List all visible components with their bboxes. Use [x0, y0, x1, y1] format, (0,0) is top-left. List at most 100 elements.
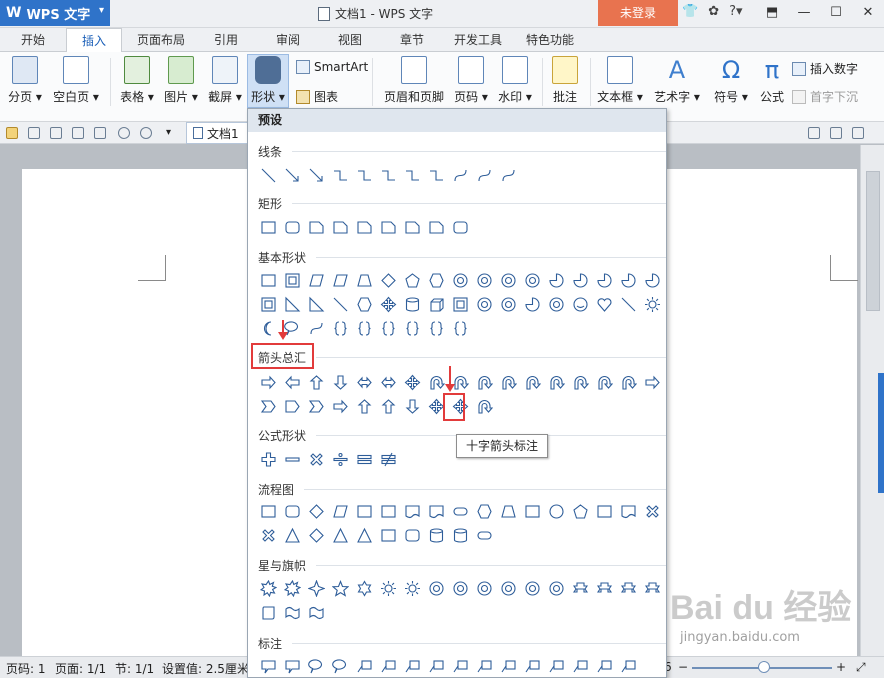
shape-option-line[interactable]: [328, 292, 352, 316]
shape-option-hex[interactable]: [424, 268, 448, 292]
shape-option-pent[interactable]: [568, 499, 592, 523]
shape-option-sun[interactable]: [400, 576, 424, 600]
zoom-out-icon[interactable]: −: [678, 660, 688, 674]
shape-option-uturn[interactable]: [472, 370, 496, 394]
shape-option-callout[interactable]: [256, 654, 280, 677]
shape-option-ribbon[interactable]: [592, 576, 616, 600]
shape-option-frame[interactable]: [280, 268, 304, 292]
picture-button[interactable]: 图片 ▾: [162, 56, 200, 105]
shape-option-trap[interactable]: [352, 268, 376, 292]
shape-option-heart[interactable]: [592, 292, 616, 316]
login-button[interactable]: 未登录: [598, 0, 678, 26]
customize-chevron-icon[interactable]: ▾: [166, 127, 178, 139]
shape-option-num[interactable]: [520, 268, 544, 292]
smartart-button[interactable]: SmartArt: [296, 60, 368, 74]
shape-option-arrowR[interactable]: [256, 370, 280, 394]
shape-option-arrowline[interactable]: [304, 163, 328, 187]
chart-button[interactable]: 图表: [296, 88, 338, 105]
shape-option-num[interactable]: [496, 576, 520, 600]
comment-button[interactable]: 批注: [548, 56, 582, 105]
shape-option-wave[interactable]: [280, 600, 304, 624]
shape-option-doc[interactable]: [400, 499, 424, 523]
shape-option-frame[interactable]: [256, 292, 280, 316]
shape-option-arrowU[interactable]: [352, 394, 376, 418]
tab-insert[interactable]: 插入: [66, 28, 122, 53]
watermark-button[interactable]: 水印 ▾: [496, 56, 534, 105]
view-toggle-icon[interactable]: [808, 127, 820, 139]
shape-option-elbow[interactable]: [424, 163, 448, 187]
shape-option-rrect[interactable]: [400, 523, 424, 547]
minimize-button[interactable]: —: [788, 0, 820, 26]
print-icon[interactable]: [72, 127, 84, 139]
tab-references[interactable]: 引用: [204, 28, 248, 52]
tab-home[interactable]: 开始: [8, 28, 58, 52]
shape-option-chevron[interactable]: [304, 394, 328, 418]
shape-option-linecallout[interactable]: [496, 654, 520, 677]
blank-page-button[interactable]: 空白页 ▾: [52, 56, 100, 105]
page-break-button[interactable]: 分页 ▾: [6, 56, 44, 105]
shape-option-ribbon[interactable]: [616, 576, 640, 600]
shape-option-snip[interactable]: [328, 215, 352, 239]
shape-option-ocallout[interactable]: [304, 654, 328, 677]
shape-option-linecallout[interactable]: [448, 654, 472, 677]
shape-option-mult[interactable]: [304, 447, 328, 471]
shape-option-rrect[interactable]: [280, 215, 304, 239]
restore-ribbon-icon[interactable]: ⬒: [756, 0, 788, 26]
feedback-icon[interactable]: ✿: [708, 4, 719, 19]
tab-page-layout[interactable]: 页面布局: [130, 28, 192, 52]
shape-option-brace[interactable]: [400, 316, 424, 340]
shape-option-rect[interactable]: [376, 499, 400, 523]
shape-option-snip[interactable]: [400, 215, 424, 239]
shape-option-cyl[interactable]: [424, 523, 448, 547]
shape-option-chevron[interactable]: [256, 394, 280, 418]
undo-icon[interactable]: [118, 127, 130, 139]
symbol-button[interactable]: Ω 符号 ▾: [712, 56, 750, 105]
shape-option-num[interactable]: [472, 292, 496, 316]
shape-option-rect[interactable]: [256, 215, 280, 239]
open-folder-icon[interactable]: [6, 127, 18, 139]
shape-option-para[interactable]: [328, 268, 352, 292]
shape-option-num[interactable]: [448, 268, 472, 292]
shape-option-rect[interactable]: [256, 499, 280, 523]
print-preview-icon[interactable]: [94, 127, 106, 139]
save-icon[interactable]: [28, 127, 40, 139]
shape-option-cross[interactable]: [400, 370, 424, 394]
maximize-button[interactable]: ☐: [820, 0, 852, 26]
redo-icon[interactable]: [140, 127, 152, 139]
shape-option-diamond[interactable]: [304, 499, 328, 523]
shape-option-uturn[interactable]: [496, 370, 520, 394]
shape-option-num[interactable]: [424, 576, 448, 600]
shape-option-snip[interactable]: [424, 215, 448, 239]
view-toggle-icon[interactable]: [852, 127, 864, 139]
zoom-in-icon[interactable]: +: [836, 660, 846, 674]
shape-option-minus[interactable]: [280, 447, 304, 471]
header-footer-button[interactable]: 页眉和页脚: [382, 56, 446, 105]
shape-option-scroll[interactable]: [256, 600, 280, 624]
shape-option-arrowLR[interactable]: [352, 370, 376, 394]
shape-option-num[interactable]: [520, 576, 544, 600]
shape-option-uturn[interactable]: [544, 370, 568, 394]
shape-option-plus[interactable]: [256, 447, 280, 471]
wordart-button[interactable]: A 艺术字 ▾: [652, 56, 702, 105]
drop-cap-button[interactable]: 首字下沉: [792, 88, 858, 105]
shape-option-cyl[interactable]: [400, 292, 424, 316]
shape-option-star4[interactable]: [304, 576, 328, 600]
view-toggle-icon[interactable]: [830, 127, 842, 139]
formula-button[interactable]: π 公式: [756, 56, 788, 105]
shape-option-curve[interactable]: [472, 163, 496, 187]
shape-option-uturn[interactable]: [616, 370, 640, 394]
close-button[interactable]: ✕: [852, 0, 884, 26]
shape-option-elbow[interactable]: [352, 163, 376, 187]
shape-option-diamond[interactable]: [376, 268, 400, 292]
shape-option-rrect[interactable]: [448, 215, 472, 239]
tab-review[interactable]: 审阅: [266, 28, 310, 52]
shape-option-term[interactable]: [472, 523, 496, 547]
shape-option-line[interactable]: [616, 292, 640, 316]
shape-option-brace[interactable]: [448, 316, 472, 340]
shape-option-line[interactable]: [256, 163, 280, 187]
shape-option-brace[interactable]: [376, 316, 400, 340]
shape-option-snip[interactable]: [304, 215, 328, 239]
shape-option-trap[interactable]: [496, 499, 520, 523]
shape-option-linecallout[interactable]: [592, 654, 616, 677]
shape-option-hex[interactable]: [472, 499, 496, 523]
